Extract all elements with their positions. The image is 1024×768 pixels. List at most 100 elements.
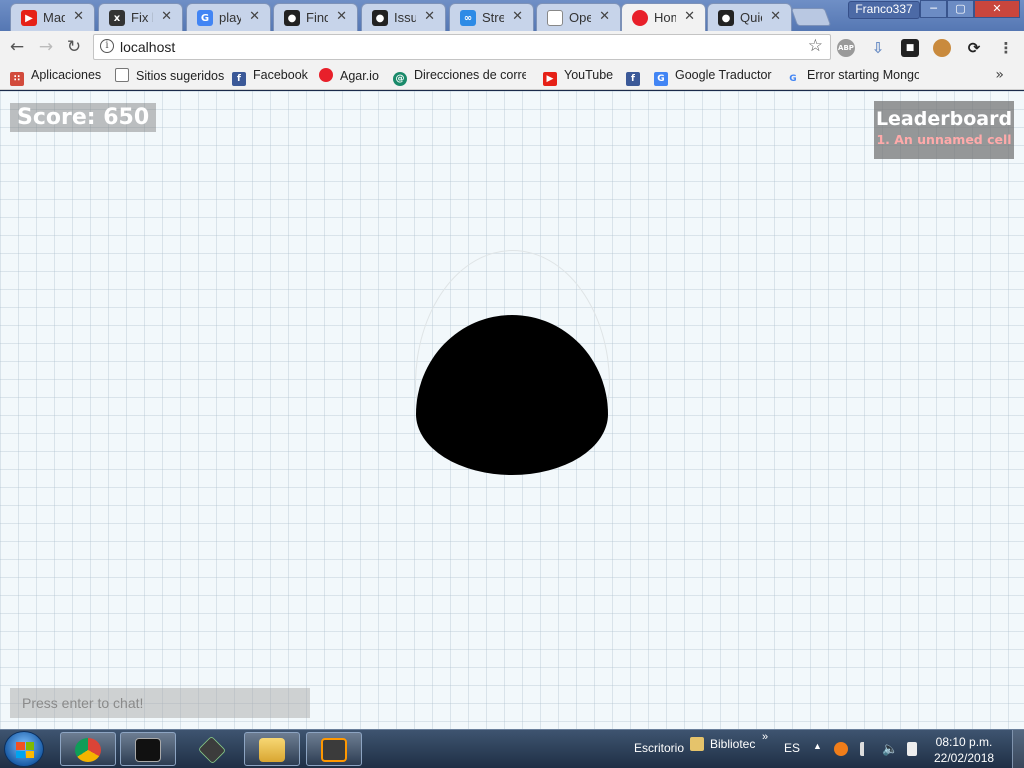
toolbar-more-icon[interactable]: » bbox=[762, 731, 768, 743]
extension-dark-icon[interactable]: ■ bbox=[901, 39, 919, 57]
game-canvas[interactable]: Score: 650 Leaderboard 1. An unnamed cel… bbox=[0, 91, 1024, 729]
tab-close-icon[interactable]: ✕ bbox=[424, 9, 435, 24]
bookmark-item[interactable]: @ Direcciones de correc bbox=[393, 68, 526, 86]
bookmark-label: Facebook bbox=[253, 68, 308, 82]
volume-icon[interactable]: 🔈 bbox=[882, 741, 898, 757]
tab-close-icon[interactable]: ✕ bbox=[161, 9, 172, 24]
leaderboard: Leaderboard 1. An unnamed cell bbox=[874, 101, 1014, 159]
avast-icon[interactable] bbox=[834, 742, 848, 756]
sync-icon[interactable]: ⟳ bbox=[965, 39, 983, 57]
browser-tab[interactable]: ∞ Strea ✕ bbox=[449, 3, 534, 31]
score-display: Score: 650 bbox=[10, 103, 157, 132]
bookmark-label: YouTube bbox=[564, 68, 614, 82]
language-indicator[interactable]: ES bbox=[784, 741, 800, 755]
github-icon: ● bbox=[284, 10, 300, 26]
bookmark-item[interactable]: G Error starting Mongo bbox=[786, 68, 919, 86]
facebook-icon: f bbox=[626, 72, 640, 86]
start-button[interactable] bbox=[4, 731, 44, 767]
tab-label: Hom bbox=[654, 10, 676, 25]
tab-label: Find bbox=[306, 10, 328, 25]
show-desktop-button[interactable] bbox=[1012, 730, 1024, 768]
taskbar-chrome-button[interactable] bbox=[60, 732, 116, 766]
download-arrow-icon[interactable]: ⇩ bbox=[869, 39, 887, 57]
close-window-icon[interactable]: ✕ bbox=[974, 0, 1020, 18]
google-icon: G bbox=[789, 74, 797, 84]
taskbar-sublime-button[interactable] bbox=[306, 732, 362, 766]
bookmark-item[interactable]: Agar.io bbox=[319, 68, 379, 83]
bookmarks-bar: ∷ Aplicaciones Sitios sugeridos f Facebook Ag… bbox=[0, 63, 1024, 90]
bookmark-label: Sitios sugeridos bbox=[136, 69, 225, 83]
facebook-icon: f bbox=[232, 72, 246, 86]
leaderboard-entry: 1. An unnamed cell bbox=[876, 132, 1012, 147]
url-text[interactable]: localhost bbox=[120, 39, 175, 55]
node-icon bbox=[197, 735, 227, 765]
sublime-text-icon bbox=[321, 738, 347, 762]
tab-label: playe bbox=[219, 10, 241, 25]
library-folder-icon bbox=[690, 737, 704, 751]
back-arrow-icon[interactable]: ← bbox=[6, 36, 28, 58]
chat-input[interactable] bbox=[10, 688, 310, 718]
youtube-icon: ▶ bbox=[543, 72, 557, 86]
network-signal-icon[interactable] bbox=[860, 742, 874, 756]
browser-tab[interactable]: ● Find ✕ bbox=[273, 3, 358, 31]
bookmark-label: Error starting Mongo bbox=[807, 68, 919, 82]
taskbar-cmd-button[interactable] bbox=[120, 732, 176, 766]
taskbar-explorer-button[interactable] bbox=[244, 732, 300, 766]
github-icon: ● bbox=[372, 10, 388, 26]
show-hidden-icons-icon[interactable]: ▲ bbox=[813, 741, 822, 751]
browser-tab[interactable]: Hom ✕ bbox=[621, 3, 706, 31]
system-clock[interactable]: 08:10 p.m. 22/02/2018 bbox=[934, 734, 994, 766]
browser-tab[interactable]: Gplaye ✕ bbox=[186, 3, 271, 31]
window-controls: ─ ▢ ✕ bbox=[920, 0, 1020, 18]
agar-dot-icon bbox=[632, 10, 648, 26]
clock-date: 22/02/2018 bbox=[934, 751, 995, 765]
adblock-plus-icon[interactable]: ABP bbox=[837, 39, 855, 57]
browser-tab[interactable]: Ope ✕ bbox=[536, 3, 621, 31]
tab-close-icon[interactable]: ✕ bbox=[770, 9, 781, 24]
tab-close-icon[interactable]: ✕ bbox=[249, 9, 260, 24]
bookmark-item[interactable]: Sitios sugeridos bbox=[115, 68, 224, 83]
folder-icon bbox=[259, 738, 285, 762]
page-icon bbox=[547, 10, 563, 26]
taskbar-node-button[interactable] bbox=[184, 732, 240, 766]
forward-arrow-icon[interactable]: → bbox=[35, 36, 57, 58]
browser-tab[interactable]: ● Quic ✕ bbox=[707, 3, 792, 31]
bookmark-item[interactable]: ∷ Aplicaciones bbox=[10, 68, 101, 86]
maximize-icon[interactable]: ▢ bbox=[947, 0, 974, 18]
cookie-icon[interactable] bbox=[933, 39, 951, 57]
tab-close-icon[interactable]: ✕ bbox=[336, 9, 347, 24]
tab-label: Mad bbox=[43, 10, 65, 25]
profile-button[interactable]: Franco337 bbox=[848, 1, 920, 19]
bookmark-label: Google Traductor bbox=[675, 68, 772, 82]
agar-dot-icon bbox=[319, 68, 333, 82]
browser-tab[interactable]: ● Issue ✕ bbox=[361, 3, 446, 31]
google-icon: G bbox=[197, 10, 213, 26]
new-tab-button[interactable] bbox=[790, 8, 832, 26]
youtube-icon: ▶ bbox=[21, 10, 37, 26]
minimize-icon[interactable]: ─ bbox=[920, 0, 947, 18]
tab-close-icon[interactable]: ✕ bbox=[599, 9, 610, 24]
reload-icon[interactable]: ↻ bbox=[63, 36, 85, 58]
tab-close-icon[interactable]: ✕ bbox=[512, 9, 523, 24]
power-battery-icon[interactable] bbox=[907, 742, 917, 756]
bookmark-item[interactable]: f Facebook bbox=[232, 68, 308, 86]
translate-icon: G bbox=[654, 72, 668, 86]
bookmark-star-icon[interactable]: ☆ bbox=[808, 36, 823, 56]
browser-tab[interactable]: x Fix b ✕ bbox=[98, 3, 183, 31]
browser-tab-strip: ▶Mad✕xFix b✕Gplaye✕●Find✕●Issue✕∞Strea✕O… bbox=[0, 0, 1024, 31]
browser-tab[interactable]: ▶ Mad ✕ bbox=[10, 3, 95, 31]
site-info-icon[interactable]: i bbox=[100, 39, 114, 53]
more-bookmarks-icon[interactable]: » bbox=[995, 67, 1004, 83]
tab-close-icon[interactable]: ✕ bbox=[684, 9, 695, 24]
bookmark-item[interactable]: G Google Traductor bbox=[654, 68, 772, 86]
chrome-menu-icon[interactable]: ⋮ bbox=[997, 39, 1015, 57]
tab-label: Fix b bbox=[131, 10, 153, 25]
bookmark-item[interactable]: ▶ YouTube bbox=[543, 68, 613, 86]
bookmark-item[interactable]: f bbox=[626, 68, 647, 86]
tab-label: Strea bbox=[482, 10, 504, 25]
tab-close-icon[interactable]: ✕ bbox=[73, 9, 84, 24]
apps-grid-icon: ∷ bbox=[10, 72, 24, 86]
desktop-toolbar-label[interactable]: Escritorio bbox=[634, 741, 684, 755]
library-label[interactable]: Bibliotec bbox=[710, 737, 755, 751]
address-bar[interactable]: i localhost ☆ bbox=[93, 34, 831, 60]
